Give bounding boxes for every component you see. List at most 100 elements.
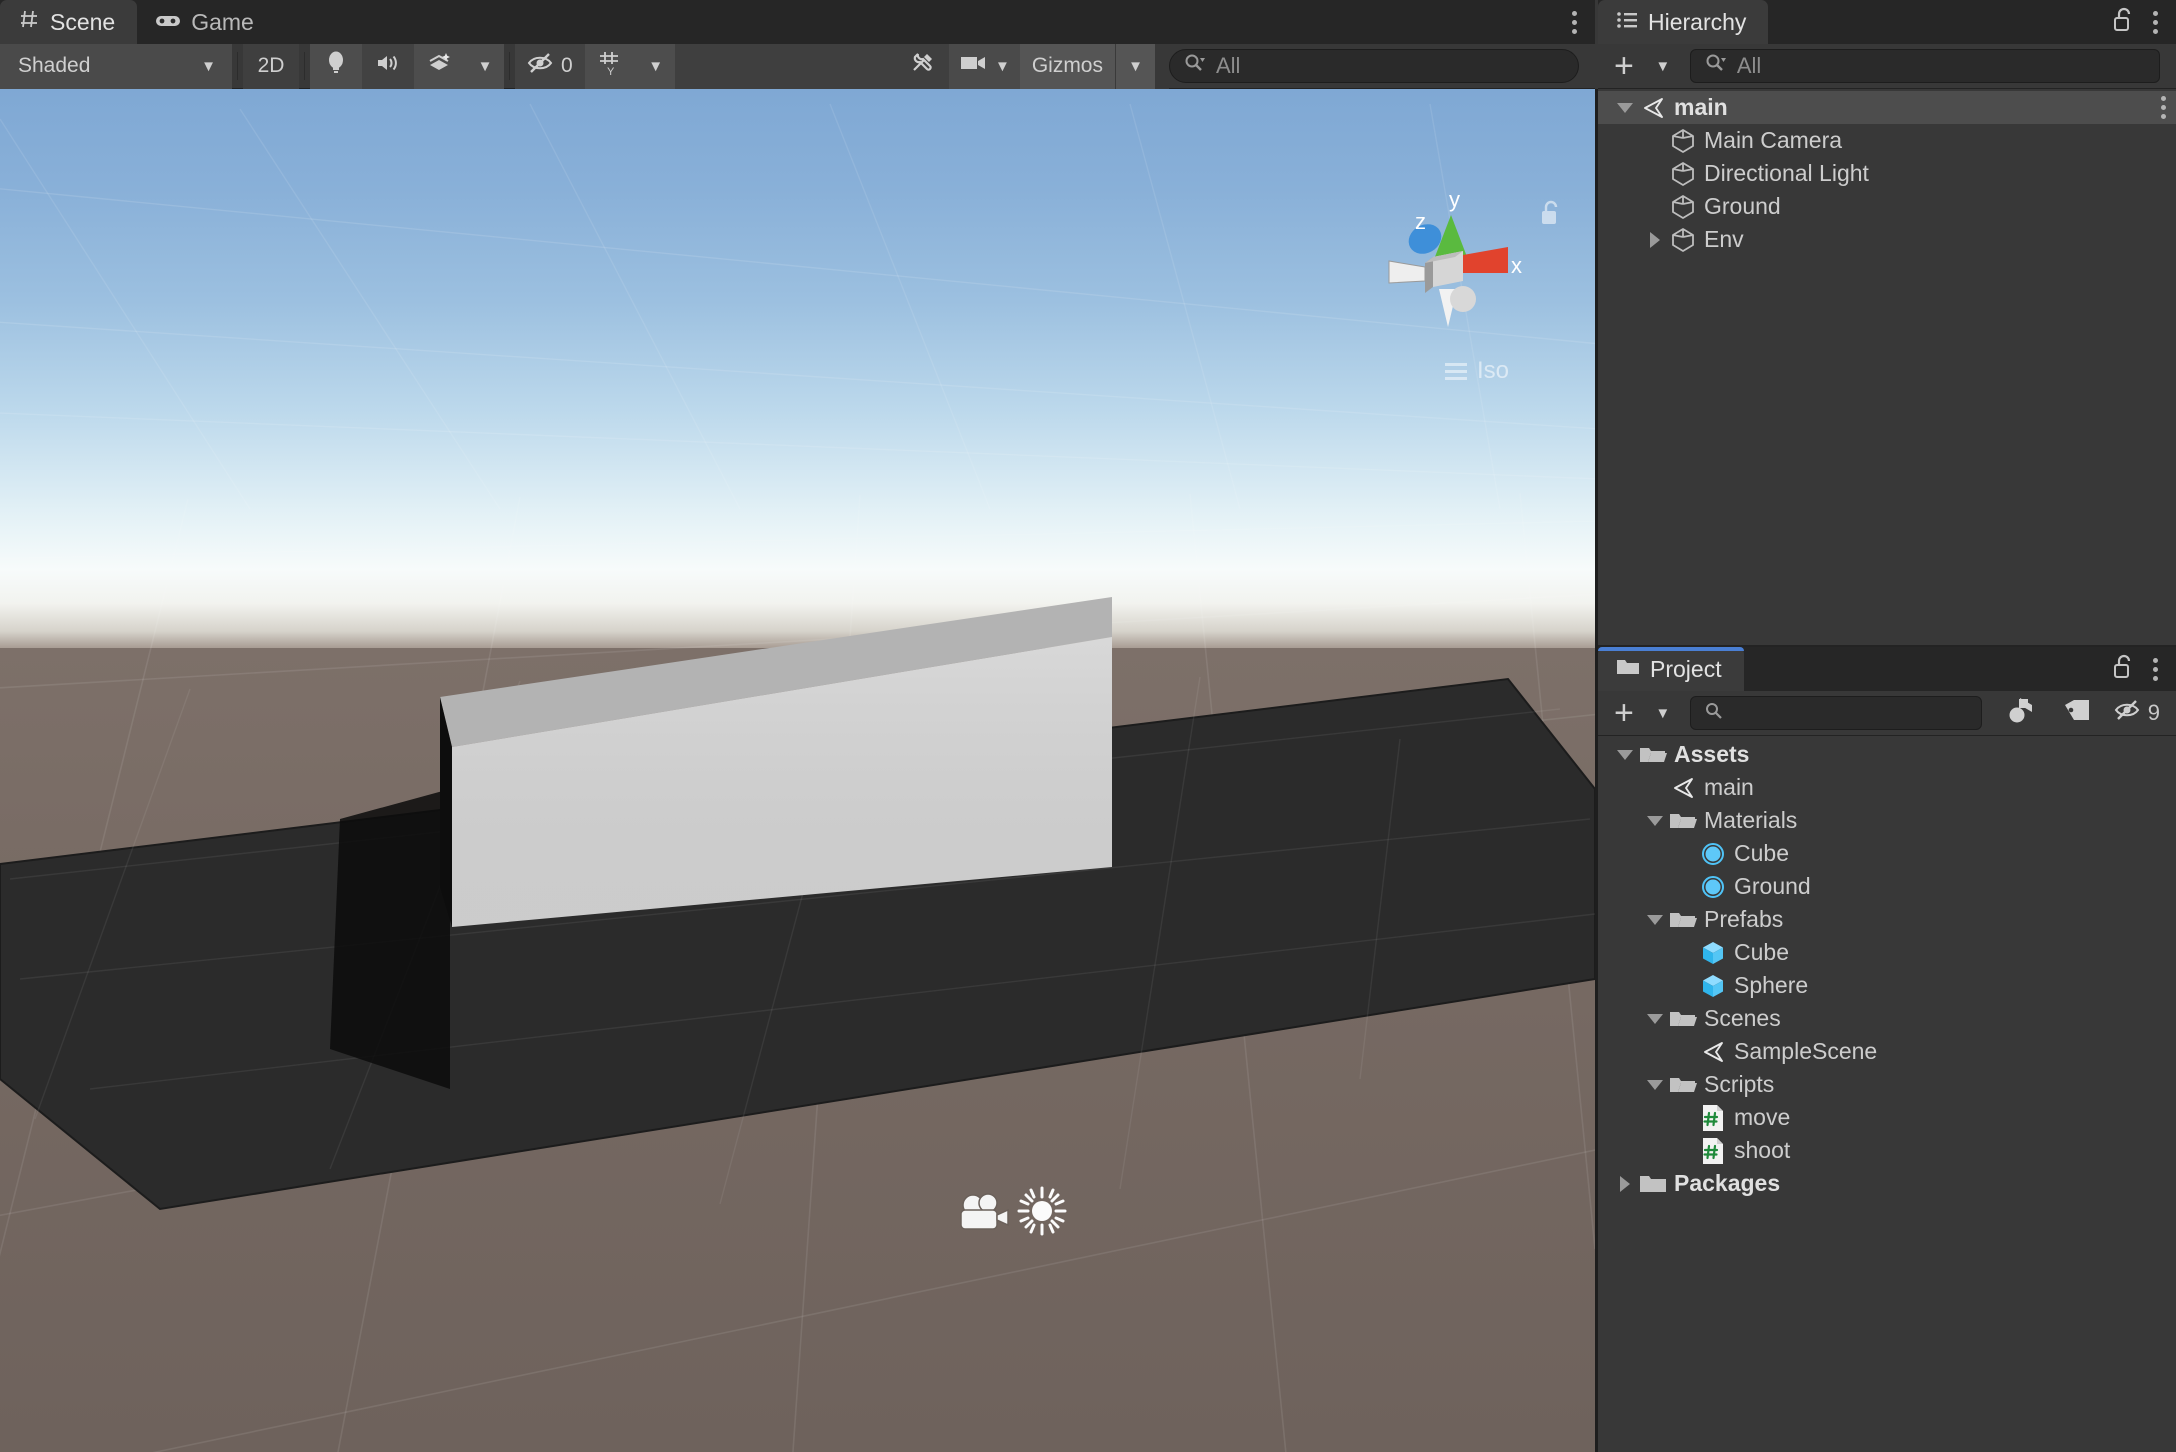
project-hidden-count-button[interactable]: 9: [2104, 695, 2176, 732]
svg-text:Y: Y: [607, 66, 615, 76]
tab-project[interactable]: Project: [1598, 647, 1744, 691]
tab-hierarchy-label: Hierarchy: [1648, 8, 1747, 35]
chevron-down-icon[interactable]: [1642, 914, 1668, 925]
tree-item-label: move: [1734, 1104, 1791, 1130]
scene-tools-button[interactable]: [896, 43, 949, 89]
hierarchy-lock-icon[interactable]: [2113, 7, 2135, 38]
hierarchy-kebab-menu-icon[interactable]: [2153, 10, 2158, 34]
tab-game[interactable]: Game: [137, 0, 276, 44]
chevron-down-icon: ▼: [201, 57, 216, 75]
scene-kebab-menu-icon[interactable]: [1572, 10, 1577, 34]
scene-effects-toggle[interactable]: [414, 43, 466, 89]
project-tree[interactable]: Assets main Materials Cube Ground Prefabs Cube…: [1598, 736, 2176, 1452]
project-item-scenes[interactable]: Scenes: [1598, 1002, 2176, 1035]
hidden-objects-count: 0: [561, 54, 573, 77]
camera-icon: [959, 54, 987, 78]
gizmos-button[interactable]: Gizmos: [1019, 43, 1115, 89]
project-item-scripts[interactable]: Scripts: [1598, 1068, 2176, 1101]
gizmos-label: Gizmos: [1031, 54, 1103, 77]
project-filter-label-button[interactable]: [2050, 695, 2104, 732]
row-kebab-menu-icon[interactable]: [2161, 96, 2166, 119]
tree-item-label: Sphere: [1734, 972, 1809, 998]
camera-gizmo-icon[interactable]: [955, 1188, 1011, 1239]
unity-scene-icon: [1668, 775, 1698, 801]
scene-audio-toggle[interactable]: [362, 43, 414, 89]
gizmos-dropdown[interactable]: ▼: [1115, 43, 1155, 89]
hierarchy-toolbar: + ▼ All: [1598, 44, 2176, 89]
hierarchy-item-directional-light[interactable]: Directional Light: [1598, 157, 2176, 190]
tree-item-label: Scenes: [1704, 1005, 1781, 1031]
chevron-right-icon[interactable]: [1612, 1175, 1638, 1192]
chevron-down-icon[interactable]: [1612, 749, 1638, 760]
toggle-2d-button[interactable]: 2D: [243, 43, 299, 89]
hierarchy-add-button[interactable]: +: [1598, 47, 1644, 85]
chevron-down-icon[interactable]: [1642, 1079, 1668, 1090]
hierarchy-item-main-camera[interactable]: Main Camera: [1598, 124, 2176, 157]
hierarchy-item-env[interactable]: Env: [1598, 223, 2176, 256]
project-item-materials[interactable]: Materials: [1598, 804, 2176, 837]
tab-scene-label: Scene: [50, 8, 116, 35]
cube-object[interactable]: [440, 597, 1130, 1017]
scene-viewport[interactable]: y z x Iso: [0, 89, 1598, 1452]
chevron-down-icon[interactable]: [1642, 1013, 1668, 1024]
project-item-prefabs[interactable]: Prefabs: [1598, 903, 2176, 936]
project-item-cube[interactable]: Cube: [1598, 837, 2176, 870]
scene-visibility-toggle[interactable]: 0: [515, 43, 585, 89]
project-item-assets[interactable]: Assets: [1598, 738, 2176, 771]
hierarchy-search-placeholder: All: [1736, 53, 1762, 78]
folder-icon: [1638, 1173, 1668, 1195]
scene-view-orientation-gizmo[interactable]: y z x: [1363, 177, 1533, 347]
chevron-down-icon: ▼: [648, 57, 664, 75]
chevron-right-icon[interactable]: [1642, 231, 1668, 248]
project-item-ground[interactable]: Ground: [1598, 870, 2176, 903]
light-gizmo-icon[interactable]: [1017, 1186, 1067, 1241]
project-item-sphere[interactable]: Sphere: [1598, 969, 2176, 1002]
right-dock-column: Hierarchy + ▼ All main Main Camera Direc…: [1598, 0, 2176, 1452]
project-item-cube[interactable]: Cube: [1598, 936, 2176, 969]
hierarchy-item-ground[interactable]: Ground: [1598, 190, 2176, 223]
draw-mode-dropdown[interactable]: Shaded ▼: [0, 43, 232, 89]
scene-grid-dropdown[interactable]: ▼: [636, 43, 675, 89]
csharp-script-icon: [1698, 1137, 1728, 1165]
hierarchy-tree[interactable]: main Main Camera Directional Light Ground En…: [1598, 89, 2176, 645]
tree-item-label: Main Camera: [1704, 127, 1843, 153]
tab-hierarchy[interactable]: Hierarchy: [1598, 0, 1769, 44]
tree-item-label: Assets: [1674, 741, 1750, 767]
project-search-input[interactable]: [1689, 696, 1982, 730]
hierarchy-item-main[interactable]: main: [1598, 91, 2176, 124]
project-add-label: +: [1614, 693, 1634, 732]
chevron-down-icon: ▼: [994, 57, 1010, 75]
project-add-dropdown[interactable]: ▼: [1644, 695, 1682, 732]
hierarchy-tabbar: Hierarchy: [1598, 0, 2176, 44]
tree-item-label: Prefabs: [1704, 906, 1784, 932]
scene-projection-label[interactable]: Iso: [1444, 357, 1509, 385]
tree-item-label: Packages: [1674, 1170, 1781, 1196]
chevron-down-icon[interactable]: [1612, 102, 1638, 113]
project-item-shoot[interactable]: shoot: [1598, 1134, 2176, 1167]
list-icon: [1616, 9, 1638, 36]
csharp-script-icon: [1698, 1104, 1728, 1132]
project-item-packages[interactable]: Packages: [1598, 1167, 2176, 1200]
filter-by-type-icon: [2006, 696, 2036, 730]
scene-camera-button[interactable]: ▼: [948, 43, 1020, 89]
hierarchy-add-dropdown[interactable]: ▼: [1644, 48, 1682, 85]
hierarchy-search-input[interactable]: All: [1689, 49, 2160, 83]
tab-scene[interactable]: Scene: [0, 0, 138, 44]
project-item-samplescene[interactable]: SampleScene: [1598, 1035, 2176, 1068]
project-lock-icon[interactable]: [2113, 654, 2135, 685]
tree-item-label: Cube: [1734, 939, 1789, 965]
scene-effects-dropdown[interactable]: ▼: [466, 43, 504, 89]
scene-grid-toggle[interactable]: Y: [584, 43, 637, 89]
project-filter-type-button[interactable]: [1992, 695, 2050, 732]
project-item-main[interactable]: main: [1598, 771, 2176, 804]
scene-lighting-toggle[interactable]: [310, 43, 362, 89]
project-kebab-menu-icon[interactable]: [2153, 657, 2158, 681]
project-item-move[interactable]: move: [1598, 1101, 2176, 1134]
project-add-button[interactable]: +: [1598, 693, 1644, 732]
chevron-down-icon[interactable]: [1642, 815, 1668, 826]
scene-search-input[interactable]: All: [1169, 49, 1579, 83]
unlock-icon[interactable]: [1539, 199, 1563, 232]
axis-label-y: y: [1449, 187, 1460, 212]
chevron-down-icon: ▼: [1128, 57, 1143, 75]
axis-label-z: z: [1415, 209, 1426, 234]
